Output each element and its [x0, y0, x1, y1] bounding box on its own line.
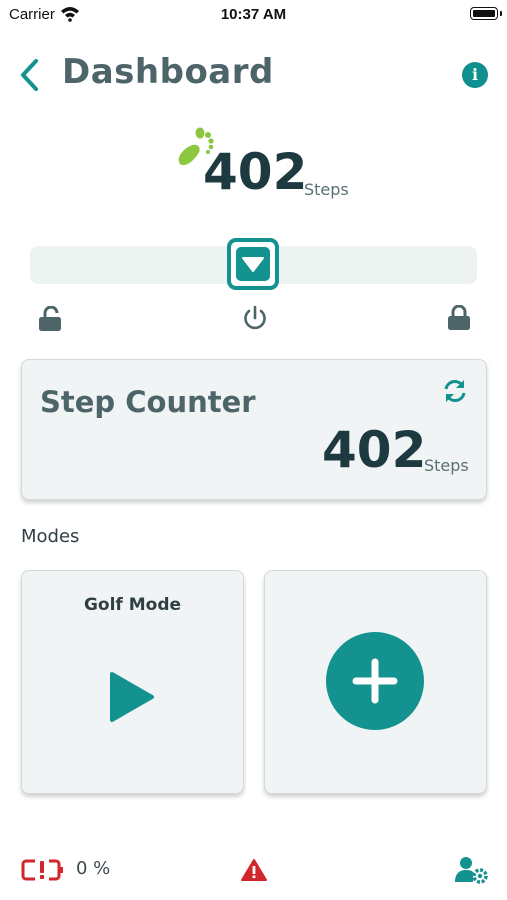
add-mode-button[interactable]	[326, 632, 424, 730]
warning-icon[interactable]	[241, 858, 267, 886]
info-icon: i	[471, 65, 479, 84]
battery-percent: 0 %	[76, 858, 111, 879]
unlock-icon	[38, 305, 62, 336]
status-battery-tip	[500, 11, 502, 16]
play-icon[interactable]	[108, 670, 156, 728]
status-bar: Carrier 10:37 AM	[0, 0, 507, 30]
status-battery-icon	[470, 7, 498, 20]
refresh-icon	[444, 380, 466, 402]
battery-empty-icon[interactable]	[21, 858, 65, 886]
summary-step-count: 402	[203, 143, 308, 201]
page-title: Dashboard	[62, 52, 274, 92]
plus-icon	[352, 658, 398, 704]
user-settings-icon[interactable]	[455, 855, 489, 889]
power-icon[interactable]	[242, 305, 268, 335]
step-counter-unit: Steps	[424, 456, 469, 475]
mode-slider-handle[interactable]	[227, 238, 279, 290]
refresh-button[interactable]	[442, 378, 468, 408]
mode-card-label: Golf Mode	[83, 595, 182, 615]
step-counter-title: Step Counter	[40, 385, 256, 419]
triangle-down-icon	[242, 257, 264, 272]
summary-step-unit: Steps	[304, 180, 349, 199]
step-counter-value: 402	[322, 421, 427, 479]
info-button[interactable]: i	[462, 62, 488, 88]
lock-icon	[447, 304, 471, 335]
back-button[interactable]	[18, 58, 40, 96]
chevron-left-icon	[21, 59, 38, 91]
status-time: 10:37 AM	[220, 6, 287, 23]
modes-heading: Modes	[21, 526, 80, 547]
slider-handle-fill	[236, 247, 270, 281]
